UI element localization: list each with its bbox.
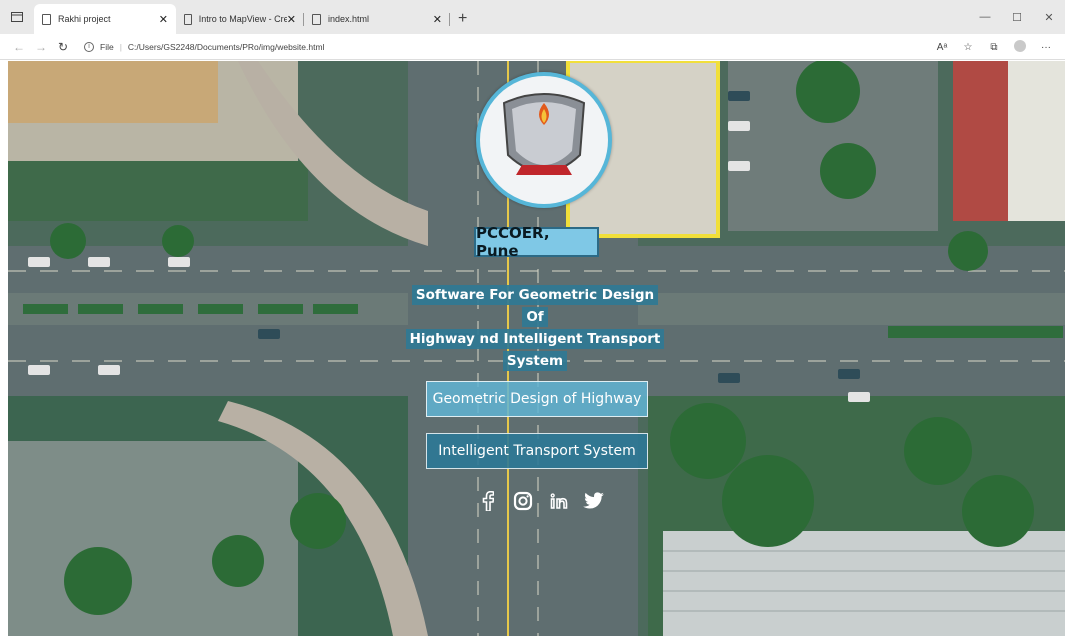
title-line: Software For Geometric Design Of <box>411 285 659 327</box>
tab-title: Rakhi project <box>58 14 111 24</box>
read-aloud-icon[interactable]: Aᵃ <box>929 42 955 53</box>
back-icon[interactable]: ← <box>8 40 30 54</box>
more-menu-icon[interactable]: ··· <box>1033 42 1059 53</box>
tab-index-html[interactable]: index.html ✕ <box>304 4 450 34</box>
instagram-icon[interactable] <box>511 489 535 513</box>
address-bar: ← → ↻ i File | C:/Users/GS2248/Documents… <box>0 34 1065 60</box>
title-line: System <box>502 351 568 371</box>
civil-department-logo <box>476 72 612 208</box>
geometric-design-button[interactable]: Geometric Design of Highway <box>426 381 648 417</box>
page-icon <box>312 13 321 25</box>
tab-title: index.html <box>328 14 370 24</box>
close-tab-icon[interactable]: ✕ <box>287 13 296 26</box>
close-window-icon[interactable]: ✕ <box>1033 11 1065 24</box>
favorite-star-icon[interactable]: ☆ <box>955 42 981 53</box>
info-icon[interactable]: i <box>84 41 94 52</box>
tab-actions-icon[interactable] <box>0 0 34 34</box>
url-scheme: File <box>100 41 114 52</box>
tab-rakhi-project[interactable]: Rakhi project ✕ <box>34 4 176 34</box>
twitter-icon[interactable] <box>582 489 606 513</box>
page-icon <box>42 13 51 25</box>
facebook-icon[interactable] <box>476 489 500 513</box>
social-links <box>476 489 606 513</box>
url-field[interactable]: i File | C:/Users/GS2248/Documents/PRo/i… <box>84 41 325 52</box>
url-text: C:/Users/GS2248/Documents/PRo/img/websit… <box>127 41 325 52</box>
minimize-icon[interactable]: — <box>969 11 1001 23</box>
maximize-icon[interactable]: ☐ <box>1001 11 1033 24</box>
intelligent-transport-button[interactable]: Intelligent Transport System <box>426 433 648 469</box>
reload-icon[interactable]: ↻ <box>52 40 74 54</box>
new-tab-button[interactable]: + <box>458 10 467 28</box>
tab-title: Intro to MapView - Create a 2D <box>198 14 287 24</box>
forward-icon[interactable]: → <box>30 40 52 54</box>
profile-avatar[interactable] <box>1007 39 1033 55</box>
close-tab-icon[interactable]: ✕ <box>433 13 442 26</box>
page-title: Software For Geometric Design Of Highway… <box>404 284 666 372</box>
title-line: Highway nd Intelligent Transport <box>405 329 665 349</box>
collections-icon[interactable]: ⧉ <box>981 42 1007 53</box>
tab-bar: Rakhi project ✕ Intro to MapView - Creat… <box>0 0 1065 34</box>
close-tab-icon[interactable]: ✕ <box>159 13 168 26</box>
page-viewport: PCCOER, Pune Software For Geometric Desi… <box>8 61 1065 636</box>
linkedin-icon[interactable] <box>547 489 571 513</box>
tab-mapview[interactable]: Intro to MapView - Create a 2D ✕ <box>176 4 304 34</box>
page-icon <box>184 13 192 25</box>
institution-label: PCCOER, Pune <box>474 224 599 260</box>
